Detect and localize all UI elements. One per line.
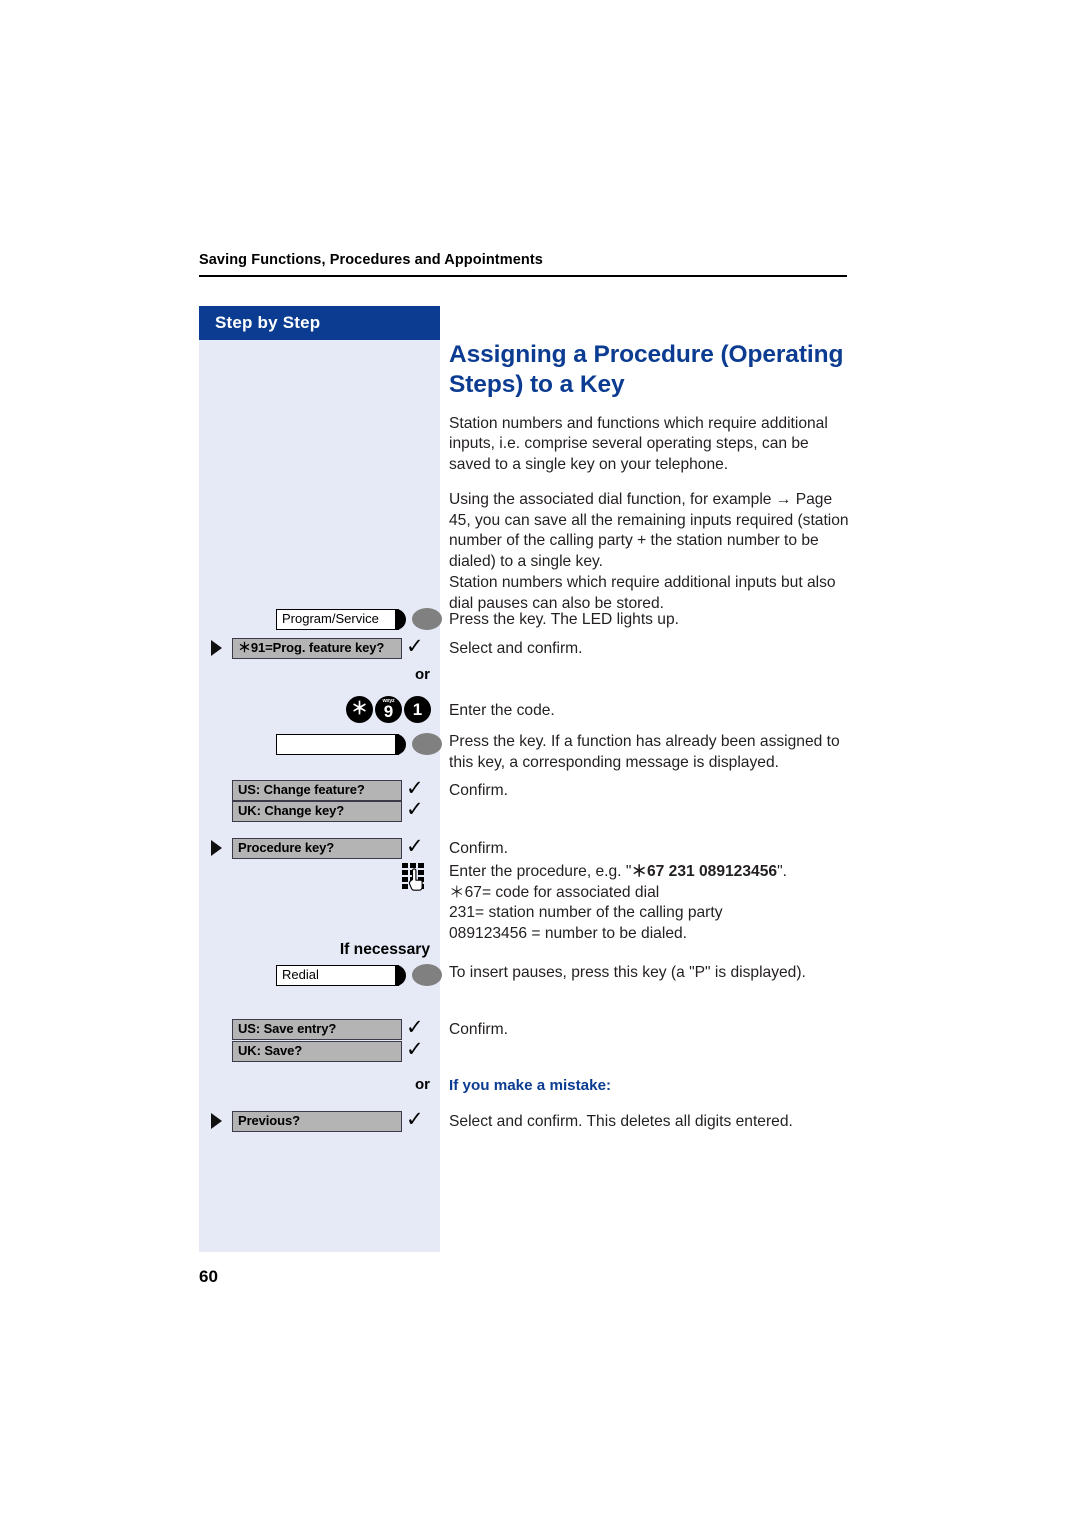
step-description-change-feature: Confirm. — [449, 782, 508, 799]
dial-key-1-glyph: 1 — [412, 700, 423, 719]
or-separator-2: or — [415, 1076, 430, 1093]
step-description-program-service: Press the key. The LED lights up. — [449, 611, 679, 628]
content-column: Assigning a Procedure (Operating Steps) … — [449, 340, 849, 628]
confirm-check-icon: ✓ — [406, 797, 424, 821]
option-change-feature[interactable]: US: Change feature? — [232, 780, 402, 801]
sidebar-header-label: Step by Step — [215, 313, 321, 332]
intro-paragraph-1: Station numbers and functions which requ… — [449, 414, 828, 474]
blank-feature-key-label — [276, 734, 399, 755]
or-separator-1: or — [415, 666, 430, 683]
step-description-previous: Select and confirm. This deletes all dig… — [449, 1113, 793, 1130]
key-led-icon — [412, 733, 442, 755]
procedure-entry-prefix: Enter the procedure, e.g. " — [449, 863, 632, 880]
running-head: Saving Functions, Procedures and Appoint… — [199, 252, 543, 268]
dial-key-star-glyph: ＊ — [351, 699, 368, 719]
option-save[interactable]: UK: Save? — [232, 1041, 402, 1062]
option-save-entry[interactable]: US: Save entry? — [232, 1019, 402, 1040]
option-procedure-key[interactable]: Procedure key? — [232, 838, 402, 859]
if-necessary-label: If necessary — [339, 941, 430, 958]
procedure-entry-suffix: ". — [777, 863, 787, 880]
step-description-save-entry: Confirm. — [449, 1021, 508, 1038]
option-prog-feature-key[interactable]: ＊91=Prog. feature key? — [232, 638, 402, 659]
step-description-procedure-key: Confirm. — [449, 840, 508, 857]
confirm-check-icon: ✓ — [406, 1107, 424, 1131]
page-title: Assigning a Procedure (Operating Steps) … — [449, 341, 844, 398]
mistake-heading: If you make a mistake: — [449, 1077, 612, 1094]
confirm-check-icon: ✓ — [406, 776, 424, 800]
select-arrow-icon — [211, 840, 222, 856]
step-description-procedure-entry: Enter the procedure, e.g. "＊67 231 08912… — [449, 862, 859, 945]
program-service-key-label: Program/Service — [276, 609, 399, 630]
intro-paragraph-3: Station numbers which require additional… — [449, 573, 836, 612]
keypad-hand-icon — [401, 862, 429, 892]
sidebar-header: Step by Step — [199, 306, 440, 340]
select-arrow-icon — [211, 640, 222, 656]
step-description-redial: To insert pauses, press this key (a "P" … — [449, 964, 806, 981]
procedure-entry-line3: 231= station number of the calling party — [449, 904, 723, 922]
dial-key-9[interactable]: wxyz 9 — [375, 696, 402, 723]
step-description-blank-key: Press the key. If a function has already… — [449, 733, 840, 771]
option-change-key[interactable]: UK: Change key? — [232, 801, 402, 822]
option-previous[interactable]: Previous? — [232, 1111, 402, 1132]
dial-key-star[interactable]: ＊ — [346, 696, 373, 723]
manual-page: Saving Functions, Procedures and Appoint… — [0, 0, 1080, 1528]
key-led-icon — [412, 608, 442, 630]
confirm-check-icon: ✓ — [406, 1015, 424, 1039]
step-description-prog-feature: Select and confirm. — [449, 640, 583, 657]
confirm-check-icon: ✓ — [406, 1037, 424, 1061]
confirm-check-icon: ✓ — [406, 634, 424, 658]
key-led-icon — [412, 964, 442, 986]
intro-paragraph-2: Using the associated dial function, for … — [449, 490, 849, 571]
header-rule — [199, 275, 847, 277]
page-number: 60 — [199, 1267, 218, 1286]
dial-key-1[interactable]: 1 — [404, 696, 431, 723]
step-description-code-entry: Enter the code. — [449, 702, 555, 719]
dial-key-9-glyph: 9 — [383, 702, 394, 721]
confirm-check-icon: ✓ — [406, 834, 424, 858]
redial-key-label: Redial — [276, 965, 399, 986]
select-arrow-icon — [211, 1113, 222, 1129]
procedure-entry-line2: ＊67= code for associated dial — [449, 883, 660, 901]
procedure-entry-code: ＊67 231 089123456 — [631, 863, 778, 880]
procedure-entry-line4: 089123456 = number to be dialed. — [449, 925, 687, 943]
